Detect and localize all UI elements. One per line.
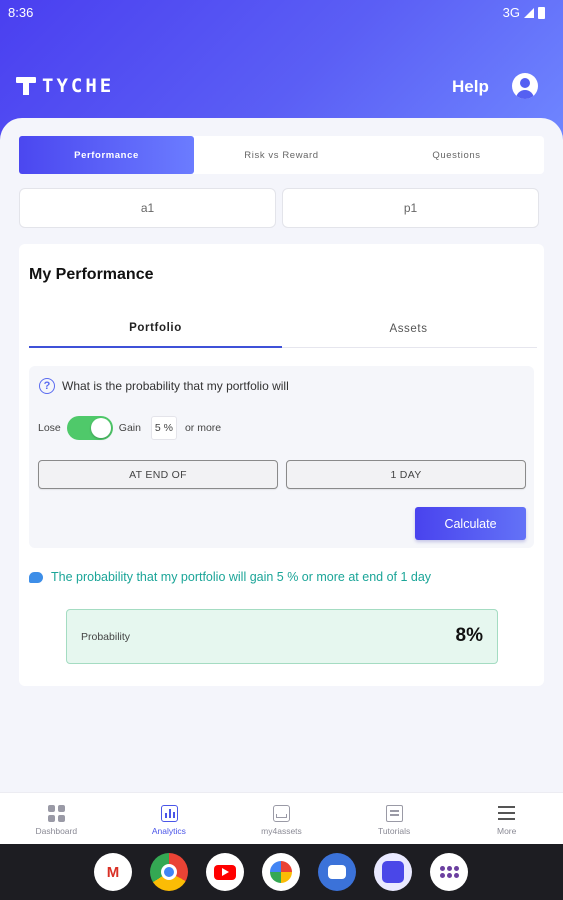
- dashboard-icon: [48, 805, 65, 822]
- probability-result: Probability 8%: [66, 609, 498, 664]
- status-icons: 3G: [503, 5, 545, 20]
- analytics-icon: [160, 805, 178, 822]
- selectors: a1 p1: [19, 188, 540, 228]
- app-drawer-icon[interactable]: [430, 853, 468, 891]
- probability-label: Probability: [81, 631, 131, 643]
- brand-name: TYCHE: [42, 75, 115, 97]
- portfolio-selector[interactable]: p1: [282, 188, 539, 228]
- main-content: Performance Risk vs Reward Questions a1 …: [0, 118, 563, 792]
- nav-dashboard[interactable]: Dashboard: [0, 793, 113, 845]
- tab-risk-vs-reward[interactable]: Risk vs Reward: [194, 136, 369, 174]
- percent-input[interactable]: 5 %: [150, 416, 177, 440]
- calculate-button[interactable]: Calculate: [415, 507, 526, 540]
- or-more-label: or more: [184, 422, 222, 434]
- tutorials-icon: [385, 805, 403, 822]
- status-time: 8:36: [8, 5, 34, 20]
- nav-more[interactable]: More: [450, 793, 563, 845]
- performance-card: My Performance Portfolio Assets ? What i…: [19, 244, 544, 686]
- nav-analytics[interactable]: Analytics: [113, 793, 226, 845]
- nav-label: More: [496, 826, 517, 836]
- question-panel: ? What is the probability that my portfo…: [29, 366, 534, 548]
- top-tabs: Performance Risk vs Reward Questions: [19, 136, 544, 174]
- bottom-nav: Dashboard Analytics my4assets Tutorials …: [0, 792, 563, 844]
- tab-questions[interactable]: Questions: [369, 136, 544, 174]
- gain-label: Gain: [118, 422, 141, 434]
- network-type: 3G: [502, 5, 520, 20]
- tyche-logo-icon: [16, 77, 36, 95]
- card-title: My Performance: [29, 266, 154, 283]
- sub-tabs: Portfolio Assets: [29, 310, 537, 348]
- period-select[interactable]: 1 DAY: [286, 460, 526, 489]
- question-icon: ?: [39, 378, 55, 394]
- nav-my4assets[interactable]: my4assets: [225, 793, 338, 845]
- system-dock: M: [0, 844, 563, 900]
- nav-label: my4assets: [261, 826, 302, 836]
- gain-lose-row: Lose Gain 5 % or more: [38, 414, 221, 442]
- answer-text: The probability that my portfolio will g…: [51, 570, 432, 584]
- answer-row: The probability that my portfolio will g…: [29, 570, 431, 584]
- subtab-assets[interactable]: Assets: [282, 310, 535, 348]
- nav-label: Analytics: [151, 826, 186, 836]
- status-bar: 8:36 3G: [0, 0, 563, 26]
- messages-icon[interactable]: [318, 853, 356, 891]
- tyche-icon[interactable]: [374, 853, 412, 891]
- photos-icon[interactable]: [262, 853, 300, 891]
- inbox-icon: [273, 805, 291, 822]
- nav-label: Tutorials: [377, 826, 411, 836]
- help-button[interactable]: Help: [452, 77, 489, 97]
- signal-icon: [524, 7, 534, 18]
- battery-icon: [538, 6, 545, 19]
- probability-value: 8%: [455, 625, 483, 646]
- account-icon[interactable]: [512, 73, 538, 99]
- gmail-icon[interactable]: M: [94, 853, 132, 891]
- timing-select[interactable]: AT END OF: [38, 460, 278, 489]
- gain-lose-toggle[interactable]: [66, 416, 113, 440]
- youtube-icon[interactable]: [206, 853, 244, 891]
- lose-label: Lose: [38, 422, 61, 434]
- brand-logo: TYCHE: [16, 75, 114, 97]
- account-selector[interactable]: a1: [19, 188, 276, 228]
- tab-performance[interactable]: Performance: [19, 136, 194, 174]
- question-text: What is the probability that my portfoli…: [62, 379, 289, 393]
- menu-icon: [498, 805, 516, 822]
- chat-bubble-icon: [29, 571, 43, 583]
- nav-label: Dashboard: [35, 826, 78, 836]
- chrome-icon[interactable]: [150, 853, 188, 891]
- nav-tutorials[interactable]: Tutorials: [338, 793, 451, 845]
- subtab-portfolio[interactable]: Portfolio: [29, 310, 282, 348]
